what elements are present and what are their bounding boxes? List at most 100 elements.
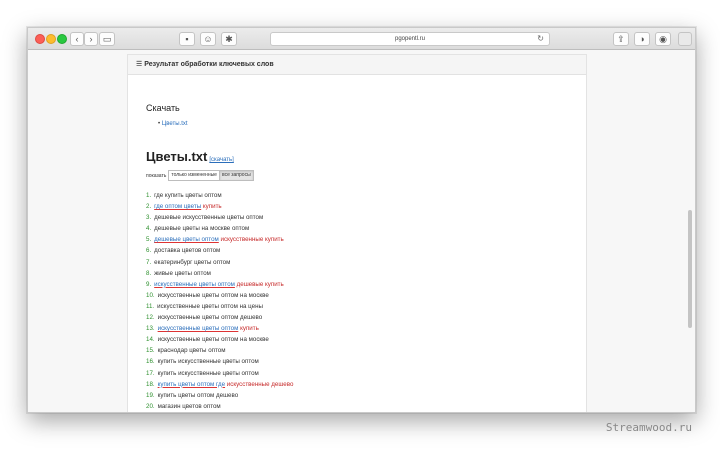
keyword-number: 5. bbox=[146, 236, 152, 244]
new-tab-button[interactable] bbox=[678, 32, 692, 46]
sidebar-icon: ▭ bbox=[102, 34, 112, 44]
keyword-number: 20. bbox=[146, 402, 155, 410]
keyword-text: искусственные цветы оптом дешево bbox=[157, 314, 263, 322]
list-item: 13. искусственные цветы оптом купить bbox=[146, 323, 293, 334]
list-item: 5. дешевые цветы оптом искусственные купи… bbox=[146, 234, 293, 245]
translate-icon: ✱ bbox=[225, 34, 233, 44]
keyword-mark: дешевые купить bbox=[236, 280, 284, 288]
download-file-link[interactable]: Цветы.txt bbox=[162, 121, 188, 127]
keyword-number: 1. bbox=[146, 192, 152, 199]
keyword-text: искусственные цветы оптом на москве bbox=[157, 291, 269, 299]
keyword-text: екатеринбург цветы оптом bbox=[154, 258, 231, 266]
close-window-button[interactable] bbox=[35, 34, 45, 44]
filter-group: показать только измененные все запросы bbox=[146, 170, 254, 181]
keyword-number: 18. bbox=[146, 380, 155, 388]
share-icon: ⇪ bbox=[617, 34, 625, 44]
keyword-number: 14. bbox=[146, 336, 155, 344]
list-item: 4. дешевые цветы на москве оптом bbox=[146, 223, 293, 234]
forward-button[interactable]: › bbox=[84, 32, 98, 46]
tabs-icon: ◑ bbox=[639, 34, 645, 44]
list-item: 15. краснодар цветы оптом bbox=[146, 345, 293, 356]
keyword-number: 4. bbox=[146, 225, 152, 233]
results-panel: ☰ Результат обработки ключевых слов Скача… bbox=[127, 54, 587, 412]
download-heading: Скачать bbox=[146, 103, 180, 113]
address-bar[interactable]: pgopentl.ru ↻ bbox=[270, 32, 550, 46]
browser-toolbar: ‹ › ▭ ▪ ☺ ✱ pgopentl.ru ↻ ⇪ ◑ ◉ bbox=[28, 28, 695, 50]
keyword-text: магазин цветов оптом bbox=[157, 402, 221, 410]
url-text: pgopentl.ru bbox=[394, 36, 426, 42]
watermark: Streamwood.ru bbox=[605, 421, 692, 434]
keyword-text: купить искусственные цветы оптом bbox=[157, 369, 259, 377]
keyword-number: 9. bbox=[146, 280, 152, 288]
keyword-number: 12. bbox=[146, 314, 155, 322]
list-item: 3. дешевые искусственные цветы оптом bbox=[146, 212, 293, 223]
back-button[interactable]: ‹ bbox=[70, 32, 84, 46]
keyword-text: купить цветы оптом где bbox=[157, 380, 226, 388]
keyword-number: 3. bbox=[146, 214, 152, 222]
keyword-number: 19. bbox=[146, 391, 155, 399]
keyword-text: искусственные цветы оптом на цены bbox=[157, 302, 263, 310]
list-item: 19. купить цветы оптом дешево bbox=[146, 390, 293, 401]
zoom-window-button[interactable] bbox=[57, 34, 67, 44]
pocket-icon: ☺ bbox=[203, 34, 213, 44]
filter-all-button[interactable]: все запросы bbox=[218, 170, 254, 181]
keyword-text: где оптом цветы bbox=[154, 203, 202, 211]
keyword-text: искусственные цветы оптом bbox=[154, 280, 235, 288]
list-item: 10. искусственные цветы оптом на москве bbox=[146, 290, 293, 301]
keyword-text: живые цветы оптом bbox=[154, 269, 211, 277]
keyword-number: 6. bbox=[146, 247, 152, 255]
keyword-text: дешевые цветы на москве оптом bbox=[154, 225, 250, 233]
list-item: 6. доставка цветов оптом bbox=[146, 245, 293, 256]
list-item: 9. искусственные цветы оптом дешевые купи… bbox=[146, 279, 293, 290]
list-item: 14. искусственные цветы оптом на москве bbox=[146, 334, 293, 345]
keyword-text: искусственные цветы оптом bbox=[157, 325, 239, 333]
download-list-item: • Цветы.txt bbox=[158, 121, 188, 127]
keyword-text: купить искусственные цветы оптом bbox=[157, 358, 259, 366]
keyword-list: 1. где купить цветы оптом 2. где оптом цвет… bbox=[146, 190, 293, 412]
sidebar-button[interactable]: ▭ bbox=[99, 32, 115, 46]
list-item: 16. купить искусственные цветы оптом bbox=[146, 356, 293, 367]
reload-icon[interactable]: ↻ bbox=[537, 33, 544, 45]
chevron-left-icon: ‹ bbox=[75, 34, 79, 44]
filter-label: показать bbox=[146, 172, 167, 179]
keyword-number: 11. bbox=[146, 302, 155, 310]
reader-icon: ▪ bbox=[185, 34, 189, 44]
extension-button[interactable]: ◉ bbox=[655, 32, 671, 46]
keyword-mark: искусственные купить bbox=[220, 236, 284, 244]
list-item: 8. живые цветы оптом bbox=[146, 268, 293, 279]
keyword-mark: искусственные дешево bbox=[226, 380, 294, 388]
keyword-text: краснодар цветы оптом bbox=[157, 347, 226, 355]
keyword-number: 2. bbox=[146, 203, 152, 211]
translate-button[interactable]: ✱ bbox=[221, 32, 237, 46]
keyword-text: искусственные цветы оптом на москве bbox=[157, 336, 269, 344]
reader-button[interactable]: ▪ bbox=[179, 32, 195, 46]
file-heading: Цветы.txt [скачать] bbox=[146, 149, 234, 164]
tabs-button[interactable]: ◑ bbox=[634, 32, 650, 46]
list-item: 17. купить искусственные цветы оптом bbox=[146, 368, 293, 379]
keyword-number: 17. bbox=[146, 369, 155, 377]
share-button[interactable]: ⇪ bbox=[613, 32, 629, 46]
list-item: 7. екатеринбург цветы оптом bbox=[146, 257, 293, 268]
file-download-link[interactable]: [скачать] bbox=[209, 157, 234, 163]
keyword-text: где купить цветы оптом bbox=[154, 192, 222, 199]
panel-header: ☰ Результат обработки ключевых слов bbox=[128, 55, 586, 75]
list-item: 20. магазин цветов оптом bbox=[146, 401, 293, 412]
keyword-number: 7. bbox=[146, 258, 152, 266]
pocket-button[interactable]: ☺ bbox=[200, 32, 216, 46]
list-item: 1. где купить цветы оптом bbox=[146, 190, 293, 201]
list-item: 12. искусственные цветы оптом дешево bbox=[146, 312, 293, 323]
filter-only-changed-button[interactable]: только измененные bbox=[168, 170, 220, 181]
keyword-text: дешевые искусственные цветы оптом bbox=[154, 214, 264, 222]
scrollbar[interactable] bbox=[688, 210, 692, 328]
keyword-number: 16. bbox=[146, 358, 155, 366]
browser-window: ‹ › ▭ ▪ ☺ ✱ pgopentl.ru ↻ ⇪ ◑ ◉ ☰ Результ… bbox=[27, 27, 696, 413]
keyword-text: дешевые цветы оптом bbox=[154, 236, 219, 244]
keyword-number: 13. bbox=[146, 325, 155, 333]
list-item: 2. где оптом цветы купить bbox=[146, 201, 293, 212]
list-item: 11. искусственные цветы оптом на цены bbox=[146, 301, 293, 312]
keyword-number: 8. bbox=[146, 269, 152, 277]
minimize-window-button[interactable] bbox=[46, 34, 56, 44]
keyword-mark: купить bbox=[202, 203, 222, 211]
keyword-mark: купить bbox=[240, 325, 259, 333]
keyword-text: купить цветы оптом дешево bbox=[157, 391, 239, 399]
